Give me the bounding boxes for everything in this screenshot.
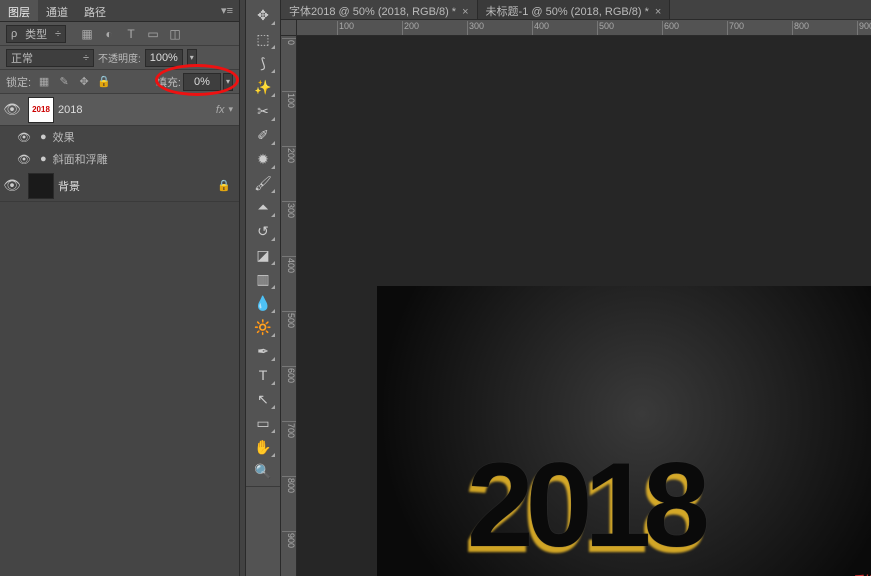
bullet-icon: ● [40, 131, 47, 143]
pen-tool-icon[interactable]: ✒ [250, 340, 276, 362]
opacity-input[interactable]: 100% [145, 49, 183, 67]
lasso-tool-icon[interactable]: ⟆ [250, 52, 276, 74]
crop-tool-icon[interactable]: ✂ [250, 100, 276, 122]
fill-label: 填充: [156, 74, 181, 90]
artwork-text-2018: 2018 [467, 436, 702, 574]
fx-expand-icon[interactable]: ▾ [228, 104, 233, 115]
layer-row-2018[interactable]: 👁 2018 2018 fx ▾ [0, 94, 239, 126]
doc-tab-1[interactable]: 字体2018 @ 50% (2018, RGB/8) *× [281, 0, 478, 19]
eyedropper-tool-icon[interactable]: ✐ [250, 124, 276, 146]
filter-shape-icon[interactable]: ▭ [146, 27, 160, 41]
effects-row[interactable]: 👁 ● 效果 [0, 126, 239, 148]
type-tool-icon[interactable]: T [250, 364, 276, 386]
eraser-tool-icon[interactable]: ◪ [250, 244, 276, 266]
visibility-eye-icon[interactable]: 👁 [0, 101, 24, 118]
blur-tool-icon[interactable]: 💧 [250, 292, 276, 314]
doc-tab-2[interactable]: 未标题-1 @ 50% (2018, RGB/8) *× [478, 0, 671, 19]
layer-filter-row: ρ类型÷ ▦ ◐ T ▭ ◫ [0, 22, 239, 46]
tab-channels[interactable]: 通道 [38, 0, 76, 21]
history-brush-tool-icon[interactable]: ↺ [250, 220, 276, 242]
bullet-icon: ● [40, 153, 47, 165]
canvas-area: 字体2018 @ 50% (2018, RGB/8) *× 未标题-1 @ 50… [281, 0, 871, 576]
artwork-canvas: 2018 Ps爱好者 UiBQ.CoM [377, 286, 871, 576]
lock-position-icon[interactable]: ✥ [77, 75, 91, 89]
blend-opacity-row: 正常÷ 不透明度: 100% ▾ [0, 46, 239, 70]
layer-list: 👁 2018 2018 fx ▾ 👁 ● 效果 👁 ● 斜面和浮雕 👁 背景 🔒 [0, 94, 239, 576]
filter-type-icon[interactable]: T [124, 27, 138, 41]
marquee-tool-icon[interactable]: ⬚ [250, 28, 276, 50]
filter-adjust-icon[interactable]: ◐ [102, 27, 116, 41]
heal-tool-icon[interactable]: ✹ [250, 148, 276, 170]
effects-label: 效果 [53, 129, 75, 145]
wand-tool-icon[interactable]: ✨ [250, 76, 276, 98]
canvas-viewport[interactable]: 2018 Ps爱好者 UiBQ.CoM [297, 36, 871, 576]
hand-tool-icon[interactable]: ✋ [250, 436, 276, 458]
shape-tool-icon[interactable]: ▭ [250, 412, 276, 434]
lock-transparent-icon[interactable]: ▦ [37, 75, 51, 89]
opacity-slider-toggle[interactable]: ▾ [187, 49, 197, 67]
lock-label: 锁定: [6, 74, 31, 90]
lock-all-icon[interactable]: 🔒 [97, 75, 111, 89]
opacity-label: 不透明度: [98, 50, 141, 65]
layer-name[interactable]: 背景 [58, 178, 217, 194]
document-tabs: 字体2018 @ 50% (2018, RGB/8) *× 未标题-1 @ 50… [281, 0, 871, 20]
tab-paths[interactable]: 路径 [76, 0, 114, 21]
lock-icon: 🔒 [217, 179, 231, 192]
ruler-corner [281, 20, 297, 36]
layer-row-background[interactable]: 👁 背景 🔒 [0, 170, 239, 202]
fill-input[interactable]: 0% [183, 73, 221, 91]
move-tool-icon[interactable]: ✥ [250, 4, 276, 26]
filter-smart-icon[interactable]: ◫ [168, 27, 182, 41]
stamp-tool-icon[interactable]: ⏶ [250, 196, 276, 218]
fx-badge[interactable]: fx [216, 104, 225, 116]
close-icon[interactable]: × [462, 6, 468, 18]
close-icon[interactable]: × [655, 6, 661, 18]
ruler-vertical[interactable]: 0100200300400500600700800900 [281, 36, 297, 576]
path-select-tool-icon[interactable]: ↖ [250, 388, 276, 410]
visibility-eye-icon[interactable]: 👁 [14, 131, 34, 144]
bevel-label: 斜面和浮雕 [53, 151, 108, 167]
tools-toolbar: ✥ ⬚ ⟆ ✨ ✂ ✐ ✹ 🖌 ⏶ ↺ ◪ ▥ 💧 🔆 ✒ T ↖ ▭ ✋ 🔍 [246, 0, 281, 576]
lock-icons: ▦ ✎ ✥ 🔒 [37, 75, 111, 89]
filter-type-select[interactable]: ρ类型÷ [6, 25, 66, 43]
panel-divider[interactable] [239, 0, 246, 576]
watermark: Ps爱好者 UiBQ.CoM [841, 571, 871, 576]
filter-pixel-icon[interactable]: ▦ [80, 27, 94, 41]
filter-icons: ▦ ◐ T ▭ ◫ [80, 27, 182, 41]
visibility-eye-icon[interactable]: 👁 [0, 177, 24, 194]
brush-tool-icon[interactable]: 🖌 [250, 172, 276, 194]
layers-panel: 图层 通道 路径 ▾≡ ρ类型÷ ▦ ◐ T ▭ ◫ 正常÷ 不透明度: 100… [0, 0, 239, 576]
layer-thumbnail[interactable] [28, 173, 54, 199]
tab-layers[interactable]: 图层 [0, 0, 38, 21]
layer-name[interactable]: 2018 [58, 104, 216, 116]
panel-tabs: 图层 通道 路径 ▾≡ [0, 0, 239, 22]
ruler-horizontal[interactable]: 100200300400500600700800900 [297, 20, 871, 36]
lock-pixels-icon[interactable]: ✎ [57, 75, 71, 89]
zoom-tool-icon[interactable]: 🔍 [250, 460, 276, 482]
visibility-eye-icon[interactable]: 👁 [14, 153, 34, 166]
layer-thumbnail[interactable]: 2018 [28, 97, 54, 123]
lock-fill-row: 锁定: ▦ ✎ ✥ 🔒 填充: 0% ▾ [0, 70, 239, 94]
gradient-tool-icon[interactable]: ▥ [250, 268, 276, 290]
dodge-tool-icon[interactable]: 🔆 [250, 316, 276, 338]
fill-slider-toggle[interactable]: ▾ [223, 73, 233, 91]
bevel-row[interactable]: 👁 ● 斜面和浮雕 [0, 148, 239, 170]
panel-menu-icon[interactable]: ▾≡ [215, 0, 239, 21]
blend-mode-select[interactable]: 正常÷ [6, 49, 94, 67]
